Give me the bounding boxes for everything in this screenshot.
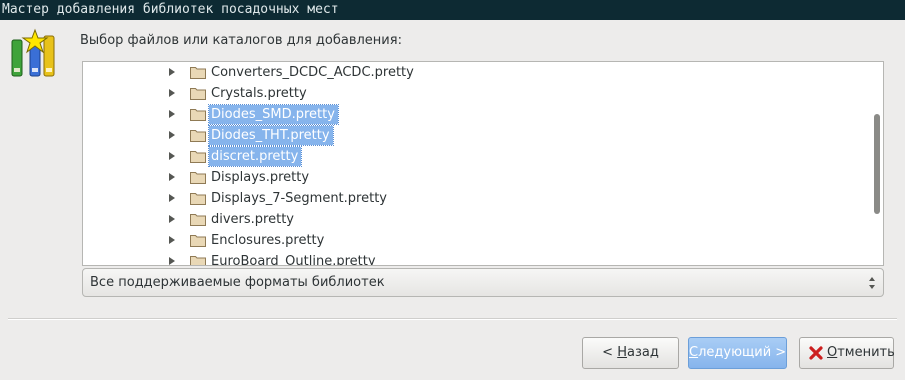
- file-format-select[interactable]: Все поддерживаемые форматы библиотек: [82, 268, 884, 297]
- tree-row[interactable]: Converters_DCDC_ACDC.pretty: [83, 62, 863, 83]
- folder-icon: [190, 151, 206, 163]
- tree-row[interactable]: Enclosures.pretty: [83, 230, 863, 251]
- tree-row-label: Diodes_THT.pretty: [208, 125, 334, 146]
- file-tree[interactable]: Converters_DCDC_ACDC.pretty Crystals.pre…: [82, 61, 884, 266]
- next-button[interactable]: Следующий >: [688, 337, 787, 369]
- tree-row[interactable]: discret.pretty: [83, 146, 863, 167]
- button-separator: [8, 318, 897, 320]
- tree-row[interactable]: divers.pretty: [83, 209, 863, 230]
- tree-row-label: divers.pretty: [211, 212, 295, 227]
- back-button-prefix: <: [602, 345, 618, 360]
- folder-icon: [190, 88, 206, 100]
- tree-row-label: discret.pretty: [207, 146, 303, 167]
- expander-arrow-icon[interactable]: [169, 68, 175, 76]
- tree-scrollbar[interactable]: [869, 62, 883, 265]
- expander-arrow-icon[interactable]: [169, 110, 175, 118]
- tree-row-label: Converters_DCDC_ACDC.pretty: [211, 65, 414, 80]
- scrollbar-thumb[interactable]: [874, 114, 880, 214]
- tree-row[interactable]: Diodes_SMD.pretty: [83, 104, 863, 125]
- tree-row-label: Displays.pretty: [211, 170, 310, 185]
- expander-arrow-icon[interactable]: [169, 257, 175, 265]
- library-wizard-icon: [11, 28, 55, 77]
- tree-row-label: Enclosures.pretty: [211, 233, 325, 248]
- file-format-value: Все поддерживаемые форматы библиотек: [90, 275, 385, 290]
- window-title: Мастер добавления библиотек посадочных м…: [0, 0, 905, 20]
- expander-arrow-icon[interactable]: [169, 194, 175, 202]
- expander-arrow-icon[interactable]: [169, 215, 175, 223]
- next-button-label: ледующий >: [698, 345, 787, 360]
- expander-arrow-icon[interactable]: [169, 89, 175, 97]
- folder-icon: [190, 256, 206, 265]
- folder-icon: [190, 67, 206, 79]
- cancel-button-label: тменить: [837, 345, 895, 360]
- tree-row-label: EuroBoard_Outline.pretty: [211, 254, 376, 266]
- expander-arrow-icon[interactable]: [169, 173, 175, 181]
- tree-row[interactable]: Diodes_THT.pretty: [83, 125, 863, 146]
- cancel-button-mnemonic: О: [827, 345, 838, 360]
- next-button-mnemonic: С: [689, 345, 699, 360]
- folder-icon: [190, 193, 206, 205]
- tree-row[interactable]: EuroBoard_Outline.pretty: [83, 251, 863, 266]
- cancel-x-icon: [809, 346, 823, 360]
- folder-icon: [190, 109, 206, 121]
- tree-row[interactable]: Displays_7-Segment.pretty: [83, 188, 863, 209]
- expander-arrow-icon[interactable]: [169, 131, 175, 139]
- tree-row-label: Diodes_SMD.pretty: [208, 104, 339, 125]
- tree-row-label: Displays_7-Segment.pretty: [211, 191, 387, 206]
- folder-icon: [190, 130, 206, 142]
- tree-row-label: Crystals.pretty: [211, 86, 307, 101]
- tree-row[interactable]: Displays.pretty: [83, 167, 863, 188]
- expander-arrow-icon[interactable]: [169, 152, 175, 160]
- prompt-label: Выбор файлов или каталогов для добавлени…: [80, 33, 402, 48]
- expander-arrow-icon[interactable]: [169, 236, 175, 244]
- back-button-mnemonic: Н: [617, 345, 627, 360]
- folder-icon: [190, 214, 206, 226]
- back-button-label: азад: [626, 345, 659, 360]
- folder-icon: [190, 235, 206, 247]
- back-button[interactable]: < Назад: [582, 337, 679, 369]
- spin-arrows-icon: [869, 277, 875, 289]
- tree-row[interactable]: Crystals.pretty: [83, 83, 863, 104]
- cancel-button[interactable]: Отменить: [799, 337, 895, 369]
- folder-icon: [190, 172, 206, 184]
